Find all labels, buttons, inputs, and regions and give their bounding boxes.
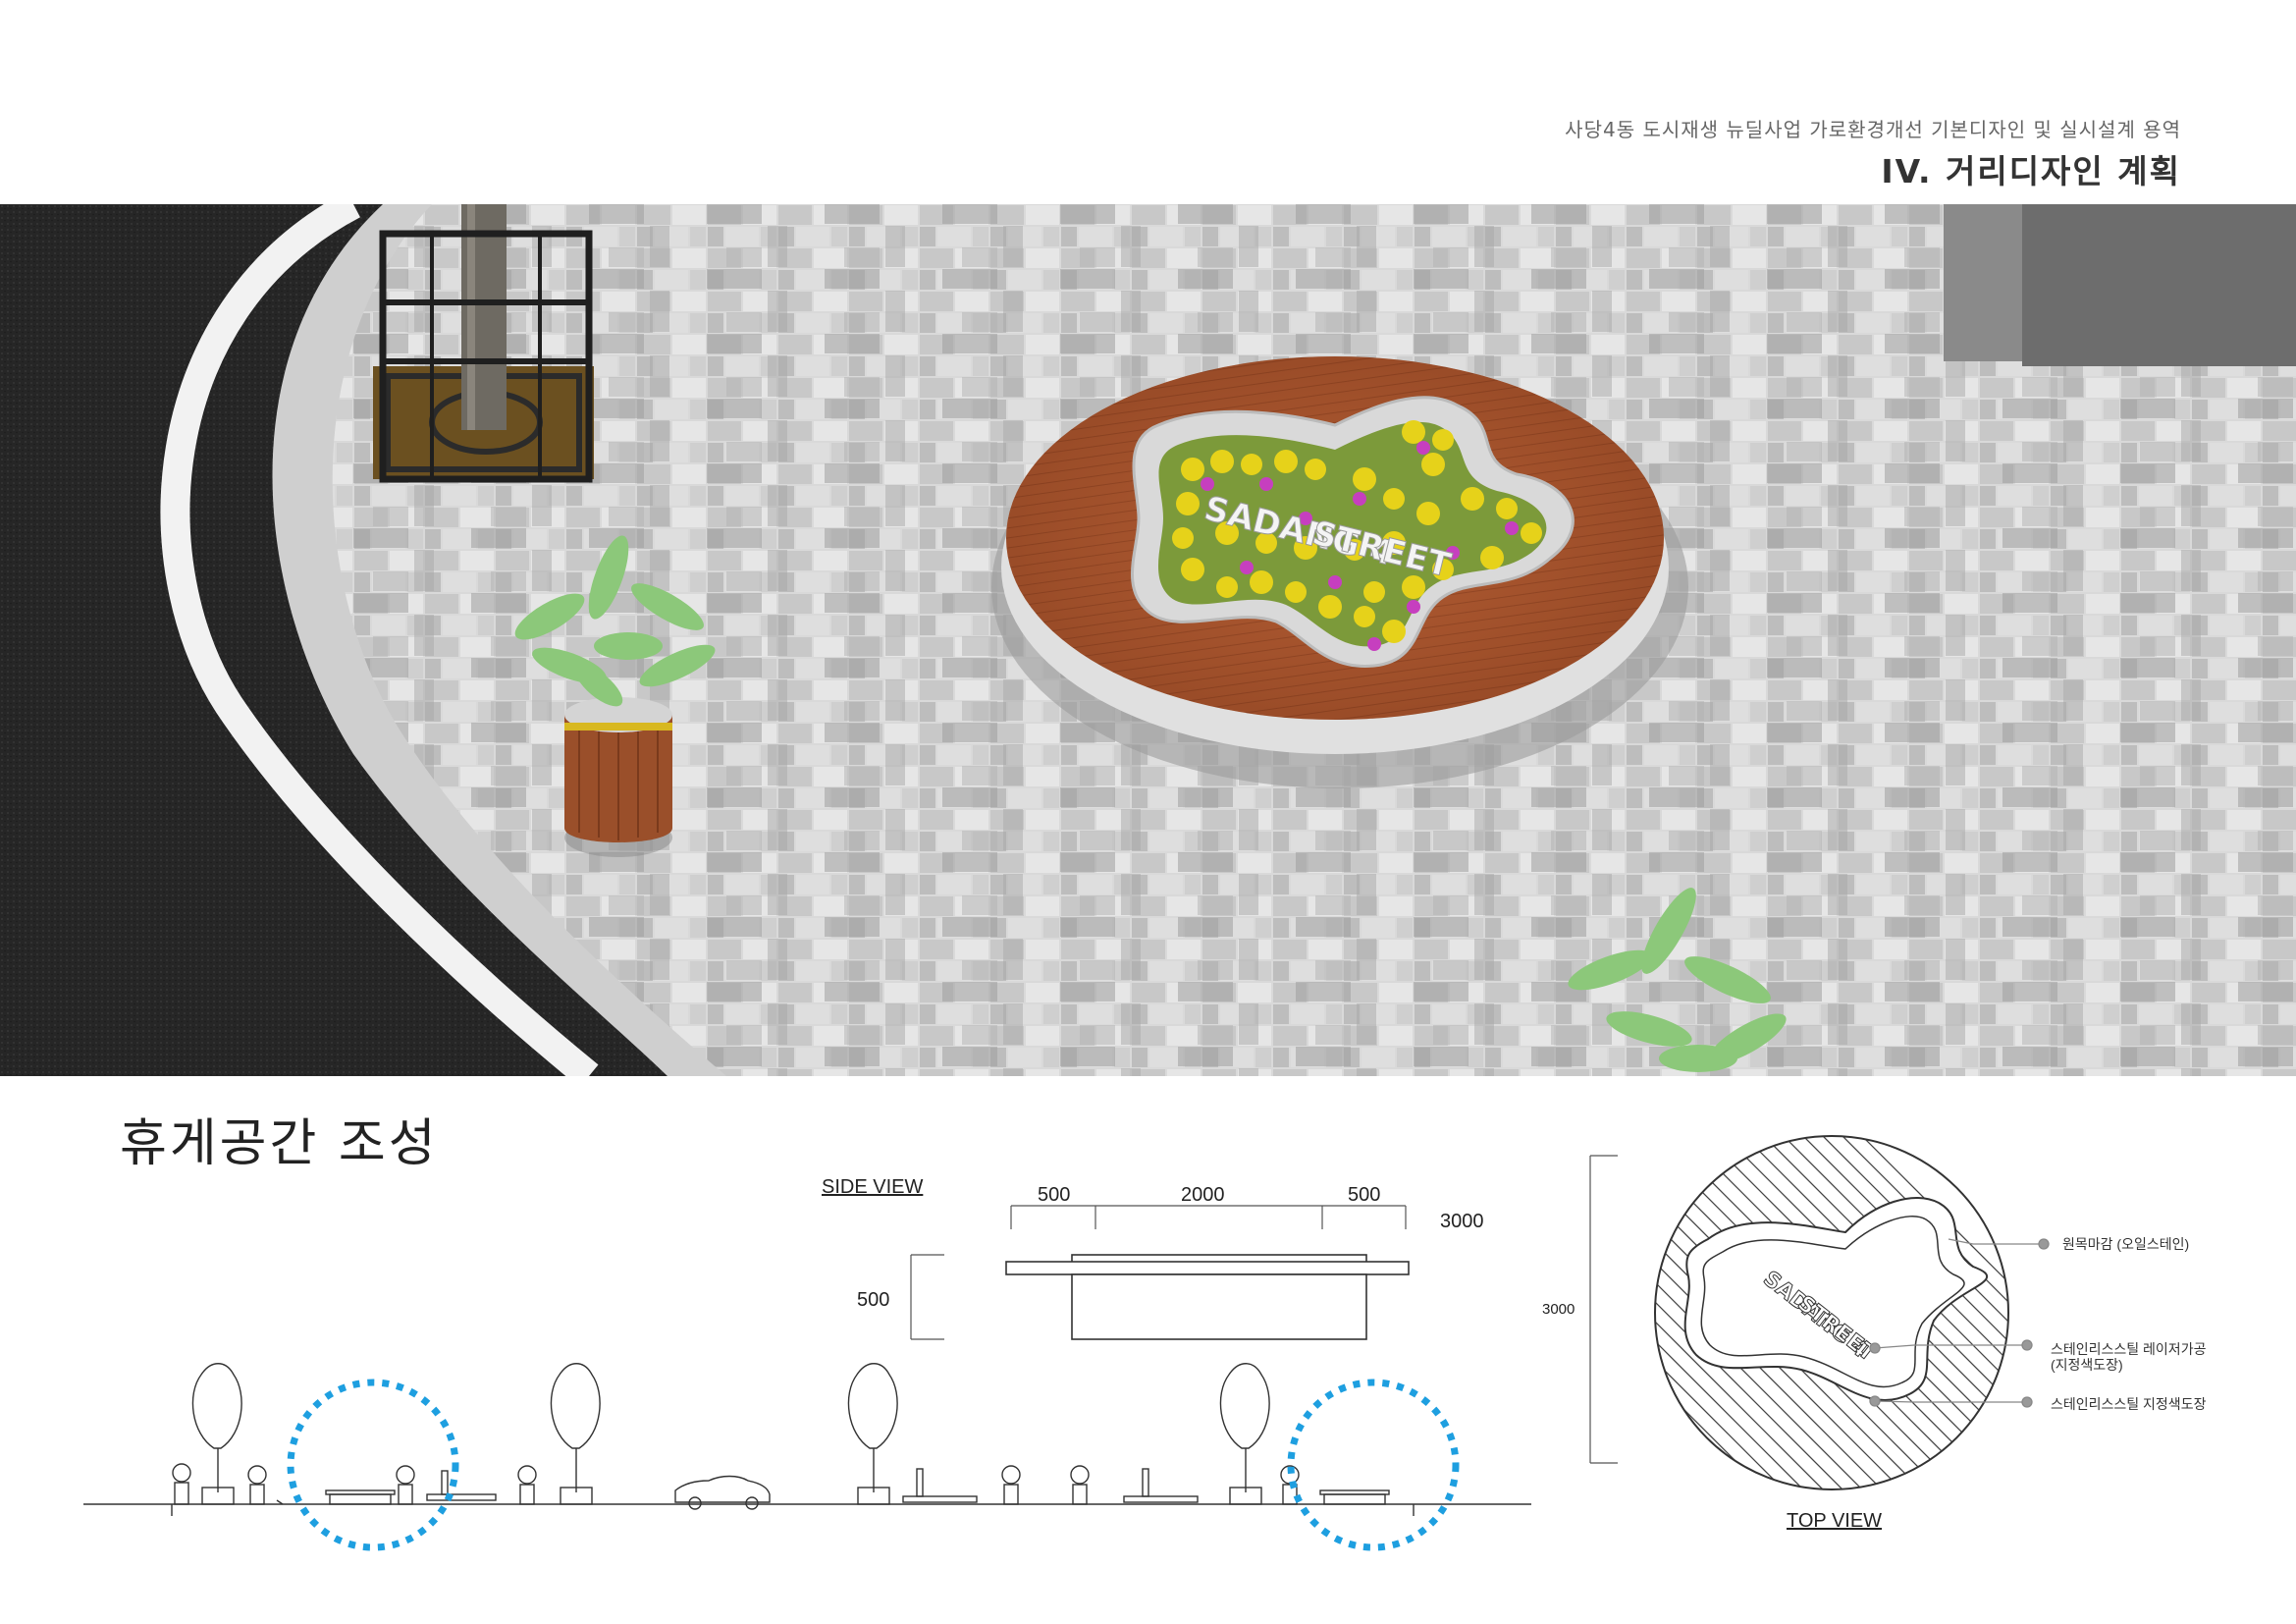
elevation-pot xyxy=(396,1465,415,1505)
elevation-tree xyxy=(191,1363,242,1505)
elevation-pot xyxy=(1001,1465,1021,1505)
callout-steel-paint: 스테인리스스틸 지정색도장 xyxy=(2051,1396,2207,1412)
callout-wood-finish: 원목마감 (오일스테인) xyxy=(2062,1236,2190,1252)
top-view-plan: SADANG 4 STREET xyxy=(1589,1135,2050,1490)
elevation-tree xyxy=(847,1363,898,1505)
highlight-circle-left xyxy=(287,1379,459,1551)
dim-center: 2000 xyxy=(1181,1184,1225,1206)
side-view-label: SIDE VIEW xyxy=(822,1176,924,1198)
elevation-pot xyxy=(247,1465,267,1505)
dim-total: 3000 xyxy=(1440,1211,1484,1232)
elevation-bench xyxy=(426,1470,497,1501)
elevation-round-bench xyxy=(325,1489,396,1505)
elevation-bench xyxy=(1123,1468,1199,1503)
street-elevation xyxy=(83,1363,1531,1516)
side-view-bench xyxy=(1005,1254,1410,1340)
elevation-round-bench xyxy=(1319,1489,1390,1505)
highlight-circle-right xyxy=(1287,1379,1460,1551)
dim-height: 500 xyxy=(857,1289,890,1311)
elevation-tree xyxy=(550,1363,601,1505)
dim-left: 500 xyxy=(1038,1184,1071,1206)
callout-laser-cut-color: (지정색도장) xyxy=(2051,1357,2123,1373)
top-view-label: TOP VIEW xyxy=(1787,1510,1883,1532)
elevation-pot xyxy=(1070,1465,1090,1505)
top-view-diameter: 3000 xyxy=(1542,1301,1575,1318)
elevation-tree xyxy=(1219,1363,1270,1505)
elevation-pot xyxy=(172,1463,191,1505)
elevation-pot xyxy=(517,1465,537,1505)
technical-drawings: SADANG 4 STREET xyxy=(83,1135,2050,1551)
dim-right: 500 xyxy=(1348,1184,1381,1206)
elevation-bench xyxy=(902,1468,978,1503)
